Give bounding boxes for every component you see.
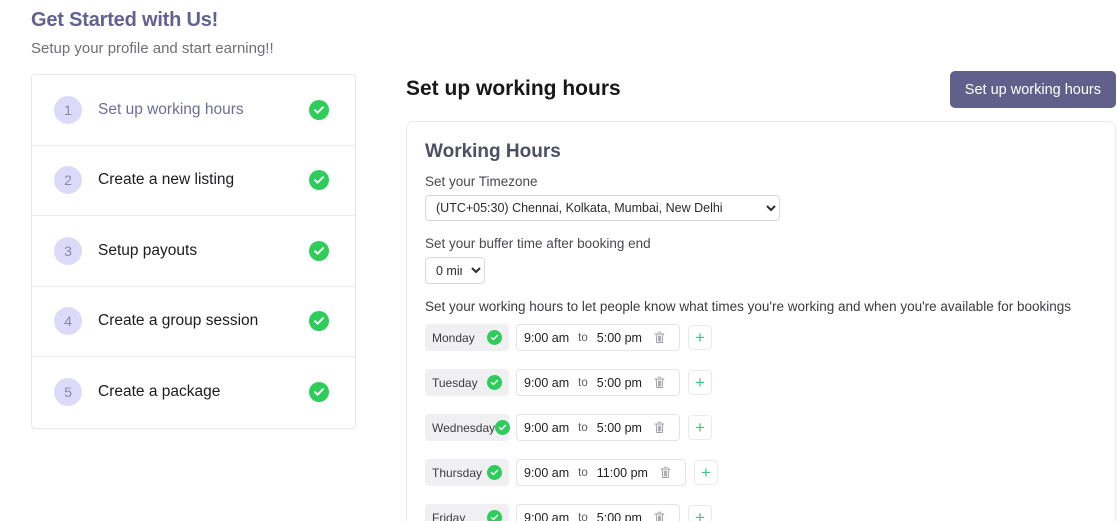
end-time[interactable]: 11:00 pm: [597, 466, 648, 480]
check-circle-icon: [487, 510, 502, 521]
time-separator-label: to: [578, 332, 588, 344]
set-up-working-hours-button[interactable]: Set up working hours: [950, 71, 1116, 108]
trash-icon[interactable]: [654, 460, 678, 485]
check-circle-icon: [495, 420, 510, 435]
check-circle-icon: [487, 330, 502, 345]
day-toggle-chip[interactable]: Friday: [425, 504, 509, 521]
day-row: Wednesday 9:00 am to 5:00 pm +: [425, 414, 1097, 441]
step-label: Set up working hours: [98, 101, 309, 119]
timezone-select[interactable]: (UTC+05:30) Chennai, Kolkata, Mumbai, Ne…: [425, 195, 780, 221]
step-number-badge: 5: [54, 378, 82, 406]
step-number-badge: 3: [54, 237, 82, 265]
onboarding-steps-panel: 1 Set up working hours 2 Create a new listi…: [31, 74, 356, 429]
end-time[interactable]: 5:00 pm: [597, 376, 642, 390]
day-name: Wednesday: [432, 421, 495, 435]
page-subtitle: Setup your profile and start earning!!: [31, 38, 274, 60]
start-time[interactable]: 9:00 am: [524, 511, 569, 521]
day-toggle-chip[interactable]: Thursday: [425, 459, 509, 486]
day-name: Friday: [432, 511, 465, 521]
time-separator-label: to: [578, 422, 588, 434]
step-row[interactable]: 1 Set up working hours: [32, 75, 355, 146]
plus-icon: +: [695, 329, 705, 346]
timezone-label: Set your Timezone: [425, 173, 1097, 191]
working-hours-day-list: Monday 9:00 am to 5:00 pm + Tuesday 9:00 am to 5…: [419, 324, 1097, 521]
step-row[interactable]: 5 Create a package: [32, 357, 355, 428]
end-time[interactable]: 5:00 pm: [597, 331, 642, 345]
trash-icon[interactable]: [648, 325, 672, 350]
plus-icon: +: [695, 374, 705, 391]
day-row: Tuesday 9:00 am to 5:00 pm +: [425, 369, 1097, 396]
check-circle-icon: [309, 382, 329, 402]
step-label: Create a package: [98, 383, 309, 401]
add-slot-button[interactable]: +: [694, 460, 718, 485]
start-time[interactable]: 9:00 am: [524, 466, 569, 480]
check-circle-icon: [309, 311, 329, 331]
main-header: Set up working hours Set up working hour…: [406, 74, 1118, 114]
day-toggle-chip[interactable]: Tuesday: [425, 369, 509, 396]
time-separator-label: to: [578, 377, 588, 389]
plus-icon: +: [695, 509, 705, 521]
time-range: 9:00 am to 5:00 pm: [516, 504, 680, 521]
trash-icon[interactable]: [648, 370, 672, 395]
trash-icon[interactable]: [648, 505, 672, 521]
step-number-badge: 2: [54, 166, 82, 194]
day-toggle-chip[interactable]: Wednesday: [425, 414, 509, 441]
working-hours-card: Working Hours Set your Timezone (UTC+05:…: [406, 121, 1116, 521]
end-time[interactable]: 5:00 pm: [597, 421, 642, 435]
time-range: 9:00 am to 11:00 pm: [516, 459, 686, 486]
add-slot-button[interactable]: +: [688, 325, 712, 350]
time-separator-label: to: [578, 467, 588, 479]
working-hours-helper-text: Set your working hours to let people kno…: [425, 298, 1097, 316]
step-number-badge: 1: [54, 96, 82, 124]
time-range: 9:00 am to 5:00 pm: [516, 414, 680, 441]
buffer-time-label: Set your buffer time after booking end: [425, 235, 1097, 253]
check-circle-icon: [309, 170, 329, 190]
step-number-badge: 4: [54, 307, 82, 335]
page-title: Get Started with Us!: [31, 6, 274, 34]
day-toggle-chip[interactable]: Monday: [425, 324, 509, 351]
working-hours-title: Working Hours: [425, 139, 1097, 165]
time-separator-label: to: [578, 512, 588, 521]
step-label: Create a group session: [98, 312, 309, 330]
check-circle-icon: [309, 241, 329, 261]
add-slot-button[interactable]: +: [688, 370, 712, 395]
day-row: Friday 9:00 am to 5:00 pm +: [425, 504, 1097, 521]
page-header: Get Started with Us! Setup your profile …: [31, 6, 274, 60]
add-slot-button[interactable]: +: [688, 505, 712, 521]
step-label: Setup payouts: [98, 242, 309, 260]
day-name: Monday: [432, 331, 475, 345]
day-row: Thursday 9:00 am to 11:00 pm +: [425, 459, 1097, 486]
day-name: Thursday: [432, 466, 482, 480]
trash-icon[interactable]: [648, 415, 672, 440]
buffer-time-select[interactable]: 0 min: [425, 257, 485, 284]
plus-icon: +: [695, 419, 705, 436]
day-row: Monday 9:00 am to 5:00 pm +: [425, 324, 1097, 351]
time-range: 9:00 am to 5:00 pm: [516, 324, 680, 351]
step-row[interactable]: 2 Create a new listing: [32, 146, 355, 217]
start-time[interactable]: 9:00 am: [524, 331, 569, 345]
time-range: 9:00 am to 5:00 pm: [516, 369, 680, 396]
day-name: Tuesday: [432, 376, 478, 390]
check-circle-icon: [309, 100, 329, 120]
step-row[interactable]: 3 Setup payouts: [32, 216, 355, 287]
check-circle-icon: [487, 375, 502, 390]
start-time[interactable]: 9:00 am: [524, 376, 569, 390]
step-label: Create a new listing: [98, 171, 309, 189]
add-slot-button[interactable]: +: [688, 415, 712, 440]
start-time[interactable]: 9:00 am: [524, 421, 569, 435]
step-row[interactable]: 4 Create a group session: [32, 287, 355, 358]
plus-icon: +: [701, 464, 711, 481]
check-circle-icon: [487, 465, 502, 480]
end-time[interactable]: 5:00 pm: [597, 511, 642, 521]
